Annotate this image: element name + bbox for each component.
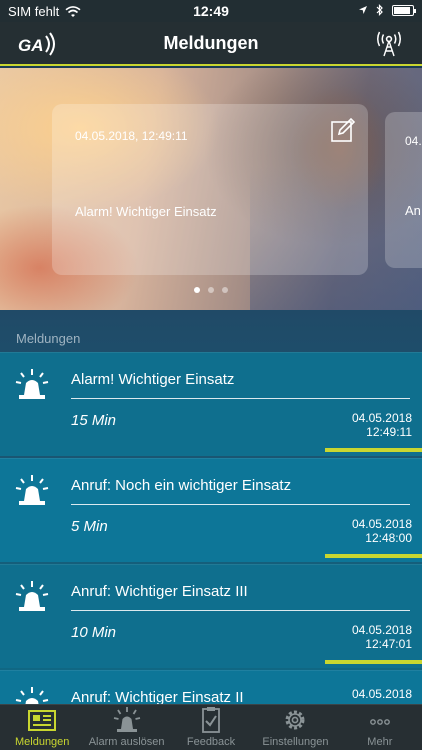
list-item[interactable]: Anruf: Wichtiger Einsatz III 10 Min 04.0… [0, 564, 422, 668]
hero-card-title: Alarm! Wichtiger Einsatz [75, 204, 217, 219]
hero-card-next-title: An [405, 203, 421, 218]
message-timestamp: 04.05.2018 12:49:11 [352, 411, 412, 439]
tab-mehr[interactable]: Mehr [338, 705, 422, 750]
message-timestamp: 04.05.2018 [352, 687, 412, 701]
more-icon [369, 719, 390, 725]
message-timestamp: 04.05.2018 12:48:00 [352, 517, 412, 545]
page-dot[interactable] [222, 287, 228, 293]
siren-icon [15, 475, 49, 505]
tab-feedback[interactable]: Feedback [169, 705, 253, 750]
list-item[interactable]: Anruf: Noch ein wichtiger Einsatz 5 Min … [0, 458, 422, 562]
nav-header: GA Meldungen [0, 22, 422, 66]
message-list[interactable]: Meldungen Alarm! Wichtiger Einsatz 15 Mi… [0, 310, 422, 704]
list-item[interactable]: Alarm! Wichtiger Einsatz 15 Min 04.05.20… [0, 352, 422, 456]
gear-icon [285, 710, 305, 730]
bluetooth-icon [376, 4, 383, 16]
tab-meldungen[interactable]: Meldungen [0, 705, 84, 750]
message-title: Alarm! Wichtiger Einsatz [71, 371, 235, 388]
list-item[interactable]: Anruf: Wichtiger Einsatz II 04.05.2018 [0, 670, 422, 704]
tab-label: Mehr [367, 736, 393, 748]
message-time: 12:48:00 [365, 531, 412, 545]
tab-alarm-ausloesen[interactable]: Alarm auslösen [84, 705, 168, 750]
battery-icon [392, 4, 416, 16]
message-time: 12:49:11 [366, 425, 412, 439]
message-date: 04.05.2018 [351, 623, 412, 637]
battery-level [394, 6, 410, 14]
siren-icon [15, 369, 49, 399]
message-title: Anruf: Wichtiger Einsatz II [71, 689, 244, 704]
status-right [358, 4, 416, 16]
message-time: 12:47:01 [365, 637, 412, 651]
message-date: 04.05.2018 [351, 411, 412, 425]
hero-card-next-date: 04. [405, 134, 422, 148]
divider [71, 398, 410, 399]
status-bar: SIM fehlt 12:49 [0, 0, 422, 22]
siren-icon [113, 707, 140, 732]
accent-bar [325, 448, 422, 452]
page-title: Meldungen [163, 33, 259, 53]
section-label: Meldungen [16, 331, 81, 346]
divider [71, 504, 410, 505]
tab-einstellungen[interactable]: Einstellungen [253, 705, 337, 750]
page-dot[interactable] [194, 287, 200, 293]
hero-card-next[interactable]: 04. An [385, 112, 422, 268]
clipboard-check-icon [202, 707, 220, 733]
message-date: 04.05.2018 [351, 687, 412, 701]
hero-carousel[interactable]: 04.05.2018, 12:49:11 Alarm! Wichtiger Ei… [0, 68, 422, 310]
page-indicator[interactable] [0, 287, 422, 293]
accent-bar [325, 554, 422, 558]
message-age: 15 Min [71, 412, 117, 429]
message-title: Anruf: Wichtiger Einsatz III [71, 583, 248, 600]
message-date: 04.05.2018 [351, 517, 412, 531]
accent-bar [325, 660, 422, 664]
divider [71, 610, 410, 611]
tab-label: Einstellungen [262, 736, 329, 748]
message-title: Anruf: Noch ein wichtiger Einsatz [71, 477, 292, 494]
news-icon [28, 710, 57, 731]
page-dot[interactable] [208, 287, 214, 293]
siren-icon [15, 687, 49, 704]
edit-icon[interactable] [330, 117, 356, 143]
message-age: 5 Min [71, 518, 108, 535]
tab-bar: Meldungen Alarm auslösen Feedback Einste… [0, 704, 422, 750]
antenna-broadcast-icon[interactable] [374, 30, 404, 58]
tab-label: Meldungen [14, 736, 70, 748]
tab-label: Feedback [186, 736, 236, 748]
message-age: 10 Min [71, 624, 117, 641]
message-timestamp: 04.05.2018 12:47:01 [352, 623, 412, 651]
tab-label: Alarm auslösen [88, 736, 165, 748]
location-arrow-icon [359, 6, 367, 14]
hero-card-date: 04.05.2018, 12:49:11 [75, 129, 188, 143]
siren-icon [15, 581, 49, 611]
hero-card[interactable]: 04.05.2018, 12:49:11 Alarm! Wichtiger Ei… [52, 104, 368, 275]
